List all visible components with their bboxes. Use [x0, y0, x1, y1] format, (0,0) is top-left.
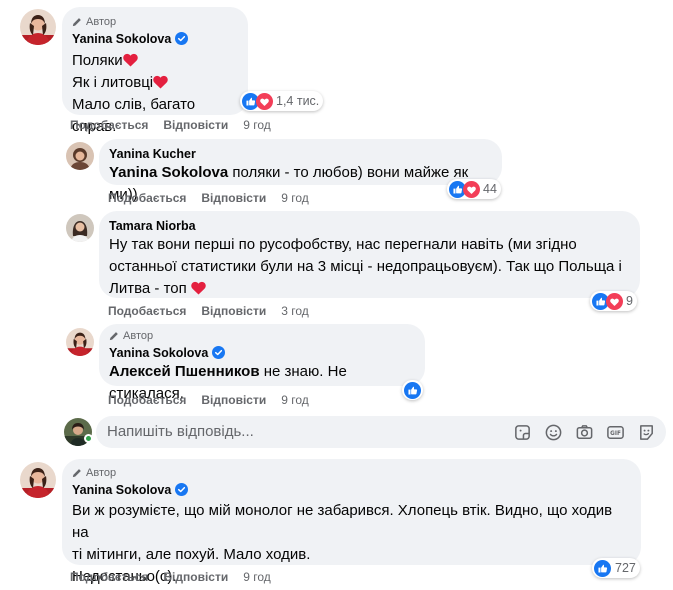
comment-actions: Подобається Відповісти 9 год — [108, 393, 309, 407]
reply-button[interactable]: Відповісти — [163, 118, 228, 132]
reactions-summary[interactable]: 9 — [590, 291, 637, 311]
pen-icon — [72, 468, 82, 478]
comment-actions: Подобається Відповісти 9 год — [70, 570, 271, 584]
sticker-face-icon[interactable] — [637, 423, 656, 442]
comment-text: Литва - топ — [109, 280, 187, 297]
comment-author[interactable]: Tamara Niorba — [109, 219, 196, 233]
heart-icon — [191, 281, 206, 295]
like-icon — [404, 382, 421, 399]
reactions-summary[interactable]: 44 — [447, 179, 501, 199]
camera-icon[interactable] — [575, 423, 594, 442]
like-button[interactable]: Подобається — [108, 393, 186, 407]
comment-bubble: Автор Yanina Sokolova Алексей Пшенников … — [99, 324, 425, 402]
verified-icon — [175, 483, 188, 496]
timestamp[interactable]: 9 год — [243, 570, 271, 584]
author-badge: Автор — [86, 467, 117, 479]
comment-text: Ви ж розумієте, що мій монолог не забари… — [72, 502, 613, 541]
reactions-count: 9 — [626, 294, 633, 308]
reactions-count: 44 — [483, 182, 497, 196]
author-badge: Автор — [86, 16, 117, 28]
avatar[interactable] — [20, 462, 56, 498]
comment-actions: Подобається Відповісти 3 год — [108, 304, 309, 318]
comment-text: Ну так вони перші по русофобству, нас пе… — [109, 236, 577, 253]
reactions-summary[interactable]: 1,4 тис. — [240, 91, 324, 111]
comment-text: ті мітинги, але похуй. Мало ходив. — [72, 546, 311, 563]
comment-bubble: Автор Yanina Sokolova Ви ж розумієте, що… — [62, 459, 641, 585]
comment-text: Як і литовці — [72, 74, 154, 91]
timestamp[interactable]: 9 год — [243, 118, 271, 132]
comment-text: останньої статистики були на 3 місці - н… — [109, 258, 622, 275]
gif-icon[interactable]: GIF — [606, 423, 625, 442]
comment-author[interactable]: Yanina Kucher — [109, 147, 196, 161]
comment-bubble: Yanina Kucher Yanina Sokolova поляки - т… — [99, 139, 502, 203]
mention-link[interactable]: Yanina Sokolova — [109, 164, 228, 181]
reactions-count: 727 — [615, 561, 636, 575]
like-button[interactable]: Подобається — [70, 118, 148, 132]
comment-actions: Подобається Відповісти 9 год — [108, 191, 309, 205]
timestamp[interactable]: 3 год — [281, 304, 309, 318]
reply-button[interactable]: Відповісти — [201, 304, 266, 318]
avatar[interactable] — [20, 9, 56, 45]
timestamp[interactable]: 9 год — [281, 393, 309, 407]
like-button[interactable]: Подобається — [108, 191, 186, 205]
reply-button[interactable]: Відповісти — [201, 393, 266, 407]
reply-input[interactable]: Напишіть відповідь... GIF — [96, 416, 666, 448]
timestamp[interactable]: 9 год — [281, 191, 309, 205]
like-icon — [594, 560, 611, 577]
avatar[interactable] — [66, 214, 94, 242]
heart-icon — [153, 75, 168, 89]
comment-author[interactable]: Yanina Sokolova — [109, 346, 208, 360]
reactions-summary[interactable] — [402, 380, 423, 400]
comment-bubble: Tamara Niorba Ну так вони перші по русоф… — [99, 211, 640, 298]
reply-button[interactable]: Відповісти — [201, 191, 266, 205]
verified-icon — [175, 32, 188, 45]
svg-text:GIF: GIF — [610, 431, 621, 437]
comment-bubble: Автор Yanina Sokolova Поляки Як і литовц… — [62, 7, 248, 135]
reply-toolbar: GIF — [513, 423, 656, 442]
avatar[interactable] — [66, 142, 94, 170]
online-status-indicator — [84, 434, 93, 443]
pen-icon — [72, 17, 82, 27]
reply-placeholder: Напишіть відповідь... — [107, 423, 254, 440]
comment-author[interactable]: Yanina Sokolova — [72, 483, 171, 497]
verified-icon — [212, 346, 225, 359]
reactions-count: 1,4 тис. — [276, 94, 320, 108]
mention-link[interactable]: Алексей Пшенников — [109, 363, 260, 380]
heart-icon — [463, 181, 480, 198]
heart-icon — [123, 53, 138, 67]
comment-text: Поляки — [72, 52, 123, 69]
emoji-icon[interactable] — [544, 423, 563, 442]
reactions-summary[interactable]: 727 — [592, 558, 640, 578]
comment-actions: Подобається Відповісти 9 год — [70, 118, 271, 132]
like-button[interactable]: Подобається — [108, 304, 186, 318]
pen-icon — [109, 331, 119, 341]
comment-author[interactable]: Yanina Sokolova — [72, 32, 171, 46]
like-button[interactable]: Подобається — [70, 570, 148, 584]
reply-button[interactable]: Відповісти — [163, 570, 228, 584]
avatar[interactable] — [66, 328, 94, 356]
heart-icon — [256, 93, 273, 110]
author-badge: Автор — [123, 330, 154, 342]
sticker-icon[interactable] — [513, 423, 532, 442]
heart-icon — [606, 293, 623, 310]
